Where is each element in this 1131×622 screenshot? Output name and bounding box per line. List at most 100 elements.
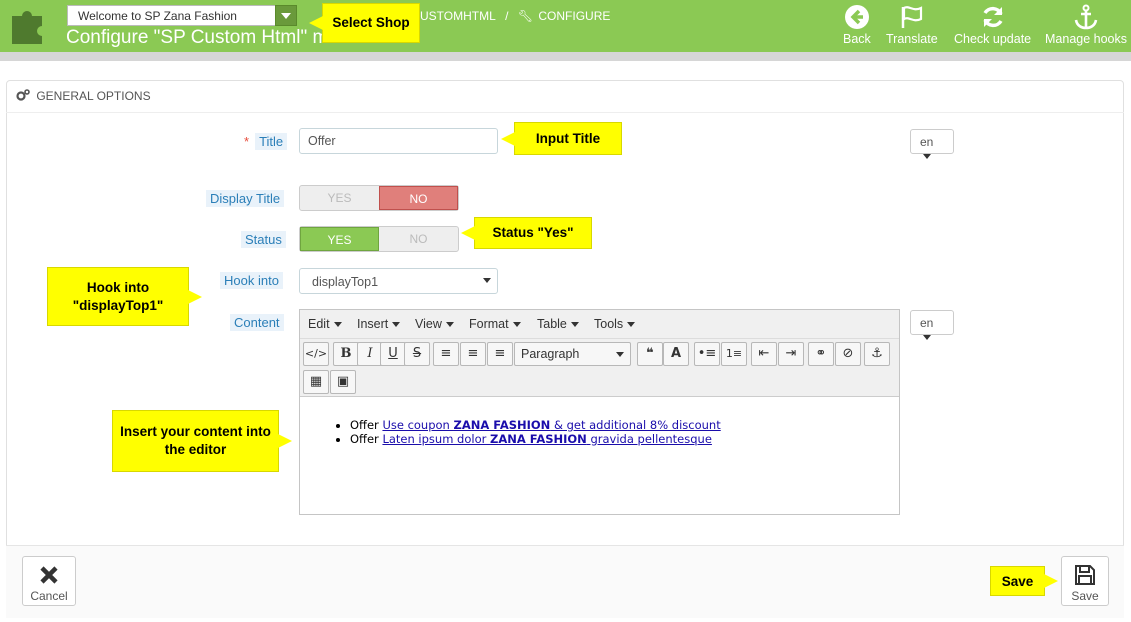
anchor-icon[interactable]: ⚓: [864, 342, 890, 366]
link-icon[interactable]: ⚭: [808, 342, 834, 366]
translate-button[interactable]: Translate: [886, 4, 938, 46]
editor-menubar: Edit Insert View Format Table Tools: [300, 310, 899, 339]
paragraph-format-value: Paragraph: [521, 347, 580, 361]
display-title-yes[interactable]: YES: [300, 186, 379, 210]
outdent-icon[interactable]: ⇤: [751, 342, 777, 366]
text-color-icon[interactable]: A: [663, 342, 689, 366]
display-title-no[interactable]: NO: [378, 186, 458, 210]
menu-table[interactable]: Table: [537, 317, 579, 331]
manage-hooks-button[interactable]: Manage hooks: [1045, 4, 1127, 46]
breadcrumb: USTOMHTML / 🔧︎ CONFIGURE: [420, 9, 616, 23]
hook-select[interactable]: displayTop1: [299, 268, 498, 294]
menu-format[interactable]: Format: [469, 317, 521, 331]
offer-prefix: Offer: [350, 432, 379, 446]
blockquote-icon[interactable]: ❝: [637, 342, 663, 366]
caret-down-icon: [392, 322, 401, 327]
unlink-icon[interactable]: ⊘: [835, 342, 861, 366]
breadcrumb-item-module[interactable]: USTOMHTML: [420, 9, 496, 23]
chevron-down-icon[interactable]: [275, 5, 297, 26]
editor-content-area[interactable]: Offer Use coupon ZANA FASHION & get addi…: [300, 398, 899, 514]
menu-tools-label: Tools: [594, 317, 624, 331]
manage-hooks-label: Manage hooks: [1045, 32, 1128, 46]
breadcrumb-item-configure[interactable]: CONFIGURE: [538, 9, 610, 23]
wrench-icon: 🔧︎: [517, 9, 534, 23]
callout-hook-into: Hook into "displayTop1": [47, 267, 202, 326]
media-icon[interactable]: ▦: [303, 370, 329, 394]
offer-list: Offer Use coupon ZANA FASHION & get addi…: [350, 418, 899, 446]
paragraph-format-select[interactable]: Paragraph: [514, 342, 631, 366]
panel-heading: GENERAL OPTIONS: [6, 80, 1124, 113]
shop-select[interactable]: Welcome to SP Zana Fashion: [67, 5, 297, 26]
content-label: Content: [230, 314, 284, 331]
callout-status-yes: Status "Yes": [461, 217, 592, 249]
underline-icon[interactable]: U: [380, 342, 406, 366]
title-lang-value: en: [920, 135, 934, 149]
content-lang-button[interactable]: en: [910, 310, 954, 340]
close-icon: [40, 566, 58, 584]
menu-insert[interactable]: Insert: [357, 317, 401, 331]
list-item: Offer Use coupon ZANA FASHION & get addi…: [350, 418, 899, 432]
save-button[interactable]: Save: [1061, 556, 1109, 606]
title-lang-button[interactable]: en: [910, 129, 954, 159]
caret-down-icon: [570, 322, 579, 327]
bullet-list-icon[interactable]: •≡: [694, 342, 720, 366]
offer-link[interactable]: Laten ipsum dolor ZANA FASHION gravida p…: [382, 432, 711, 446]
title-input[interactable]: Offer: [299, 128, 498, 154]
callout-input-title: Input Title: [501, 122, 622, 155]
indent-icon[interactable]: ⇥: [778, 342, 804, 366]
menu-edit-label: Edit: [308, 317, 330, 331]
header-shadow: [0, 52, 1131, 61]
panel-heading-text: GENERAL OPTIONS: [36, 89, 151, 103]
save-label: Save: [1071, 589, 1099, 603]
menu-view[interactable]: View: [415, 317, 454, 331]
align-left-icon[interactable]: ≡: [433, 342, 459, 366]
translate-label: Translate: [886, 32, 938, 46]
menu-insert-label: Insert: [357, 317, 389, 331]
status-switch[interactable]: YES NO: [299, 226, 459, 252]
refresh-icon: [982, 6, 1003, 28]
list-item: Offer Laten ipsum dolor ZANA FASHION gra…: [350, 432, 899, 446]
flag-icon: [901, 6, 922, 28]
editor-toolbar: </> B I U S ≡ ≡ ≡ Paragraph ❝ A •≡ 1≡ ⇤ …: [300, 339, 899, 397]
numbered-list-icon[interactable]: 1≡: [721, 342, 747, 366]
caret-down-icon: [512, 322, 521, 327]
align-right-icon[interactable]: ≡: [487, 342, 513, 366]
offer-link-bold: ZANA FASHION: [453, 418, 551, 432]
hook-select-value: displayTop1: [312, 275, 379, 289]
caret-down-icon: [616, 352, 624, 357]
check-update-label: Check update: [954, 32, 1032, 46]
cancel-label: Cancel: [30, 589, 68, 603]
back-button[interactable]: Back: [843, 4, 871, 46]
callout-content-line1: Insert your content into: [120, 424, 271, 439]
hook-label: Hook into: [220, 272, 283, 289]
breadcrumb-separator: /: [505, 9, 509, 23]
caret-down-icon: [445, 322, 454, 327]
check-update-button[interactable]: Check update: [954, 4, 1031, 46]
back-circle-icon: [844, 5, 869, 29]
offer-link[interactable]: Use coupon ZANA FASHION & get additional…: [382, 418, 720, 432]
callout-content-line2: the editor: [164, 442, 227, 457]
callout-select-shop: Select Shop: [309, 3, 420, 43]
menu-tools[interactable]: Tools: [594, 317, 636, 331]
offer-link-bold: ZANA FASHION: [490, 432, 587, 446]
callout-hook-line2: "displayTop1": [72, 298, 164, 313]
menu-edit[interactable]: Edit: [308, 317, 342, 331]
image-icon[interactable]: ▣: [330, 370, 356, 394]
cancel-button[interactable]: Cancel: [22, 556, 76, 606]
align-center-icon[interactable]: ≡: [460, 342, 486, 366]
callout-hook-line1: Hook into: [86, 280, 150, 295]
source-code-icon[interactable]: </>: [303, 342, 329, 366]
display-title-switch[interactable]: YES NO: [299, 185, 459, 211]
rich-text-editor: Edit Insert View Format Table Tools </> …: [299, 309, 900, 515]
offer-prefix: Offer: [350, 418, 379, 432]
anchor-icon: [1074, 4, 1098, 30]
status-label: Status: [241, 231, 286, 248]
title-label: * Title: [240, 133, 291, 150]
status-no[interactable]: NO: [379, 227, 458, 251]
status-yes[interactable]: YES: [300, 227, 380, 251]
caret-down-icon: [333, 322, 342, 327]
back-label: Back: [843, 32, 871, 46]
required-marker: *: [244, 134, 250, 149]
strikethrough-icon[interactable]: S: [404, 342, 430, 366]
bold-icon[interactable]: B: [333, 342, 359, 366]
